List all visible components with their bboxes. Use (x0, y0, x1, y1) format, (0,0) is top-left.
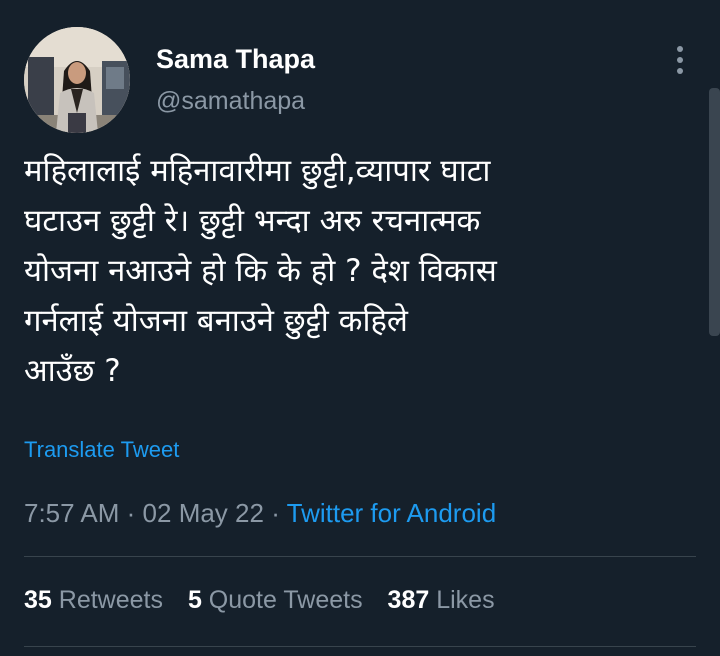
tweet-text: महिलालाई महिनावारीमा छुट्टी,व्यापार घाटा… (24, 146, 684, 396)
likes-label: Likes (436, 586, 495, 614)
tweet-line: योजना नआउने हो कि के हो ? देश विकास (24, 253, 497, 289)
tweet-time: 7:57 AM (24, 498, 120, 528)
tweet-date: 02 May 22 (142, 498, 264, 528)
retweets-count: 35 (24, 586, 52, 614)
likes-count: 387 (387, 586, 430, 614)
author-display-name[interactable]: Sama Thapa (156, 43, 315, 75)
tweet-line: आउँछ ? (24, 353, 121, 389)
tweet-source-link[interactable]: Twitter for Android (287, 498, 497, 528)
divider (24, 646, 696, 647)
meta-separator: · (271, 498, 280, 528)
quote-tweets-stat[interactable]: 5 Quote Tweets (188, 586, 363, 614)
tweet-stats: 35 Retweets 5 Quote Tweets 387 Likes (24, 584, 513, 616)
more-vertical-icon[interactable] (669, 44, 691, 76)
avatar-photo (24, 27, 130, 133)
author-handle[interactable]: @samathapa (156, 86, 305, 116)
retweets-label: Retweets (58, 586, 163, 614)
retweets-stat[interactable]: 35 Retweets (24, 586, 163, 614)
translate-tweet-link[interactable]: Translate Tweet (24, 436, 179, 464)
divider (24, 556, 696, 557)
tweet-line: घटाउन छुट्टी रे। छुट्टी भन्दा अरु रचनात्… (24, 203, 481, 239)
tweet-line: महिलालाई महिनावारीमा छुट्टी,व्यापार घाटा (24, 153, 491, 189)
avatar[interactable] (24, 27, 130, 133)
scrollbar[interactable] (709, 88, 720, 336)
meta-separator: · (126, 498, 136, 528)
likes-stat[interactable]: 387 Likes (388, 586, 495, 614)
quote-tweets-count: 5 (187, 586, 202, 614)
tweet-line: गर्नलाई योजना बनाउने छुट्टी कहिले (24, 303, 408, 339)
tweet-meta: 7:57 AM · 02 May 22 · Twitter for Androi… (24, 497, 496, 529)
quote-tweets-label: Quote Tweets (208, 586, 363, 614)
